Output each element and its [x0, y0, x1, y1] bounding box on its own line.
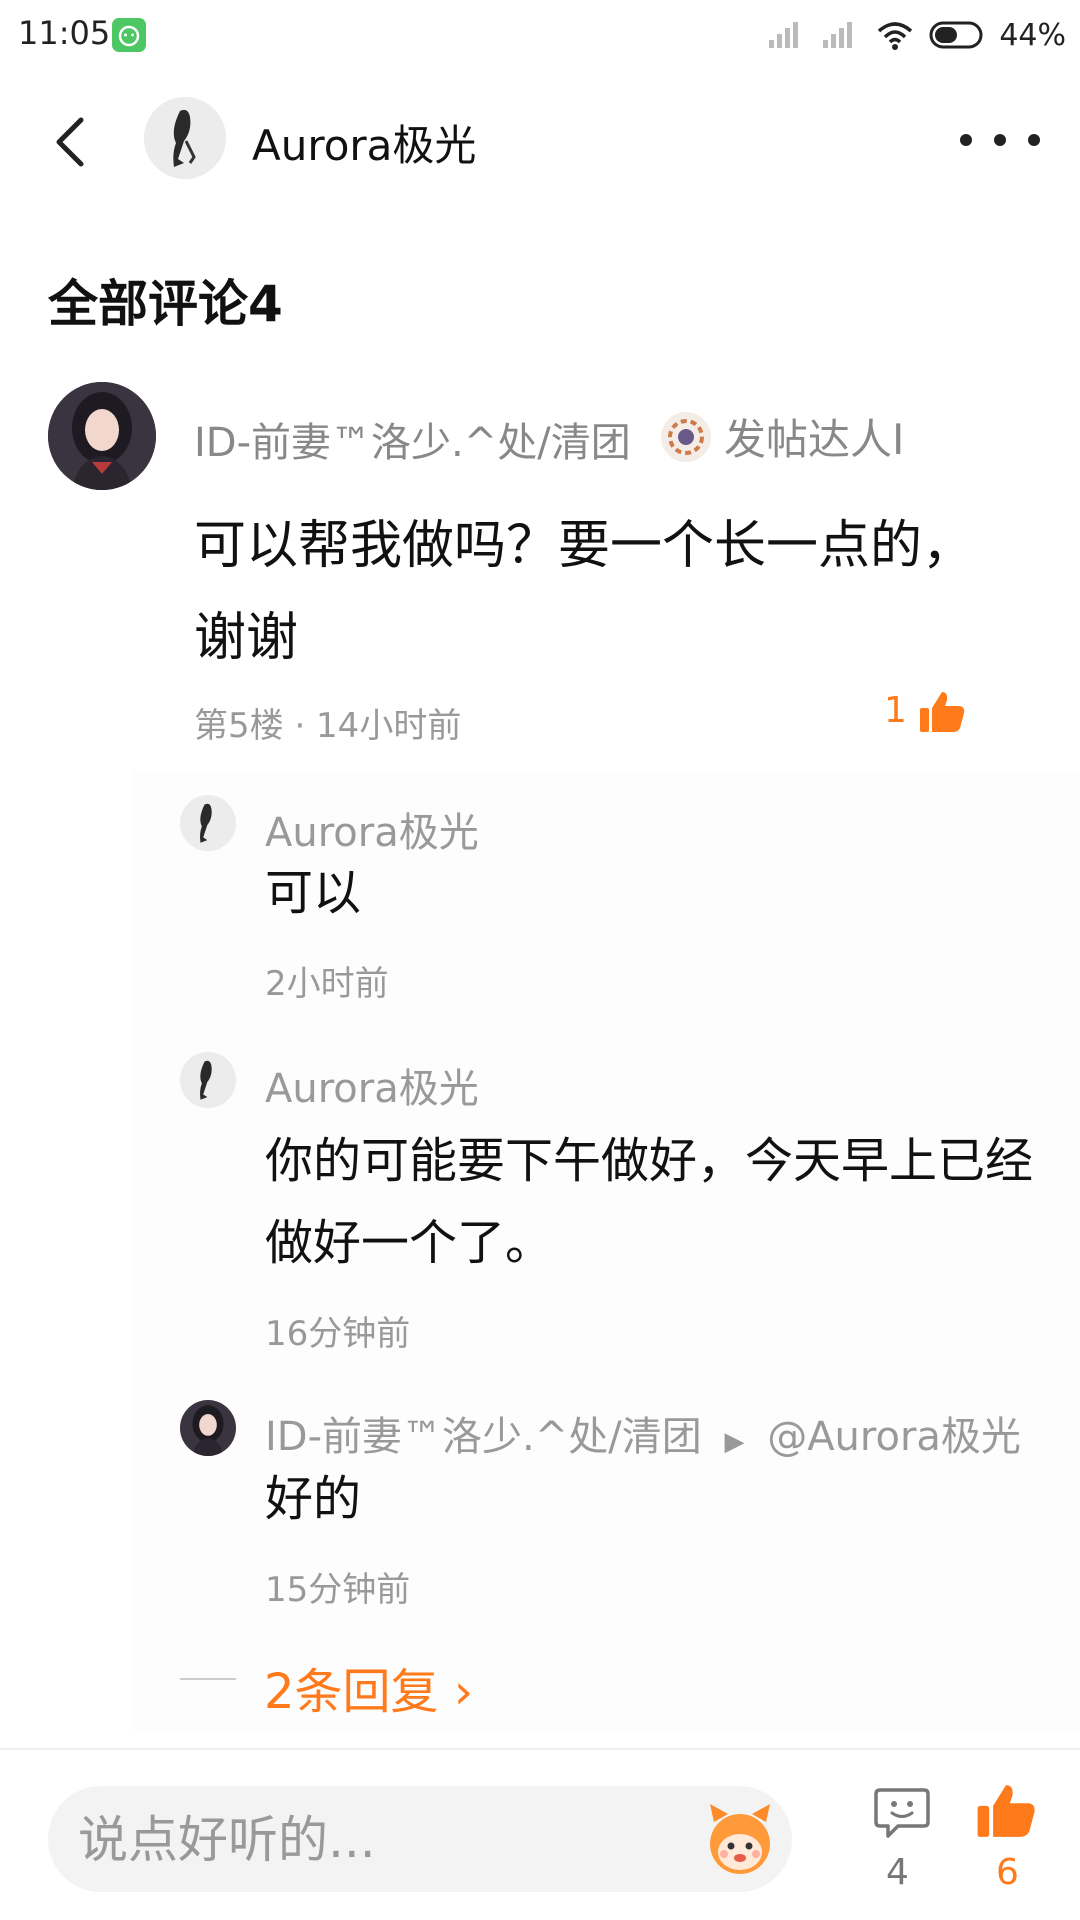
- badge-icon: [660, 411, 712, 463]
- comment-icon[interactable]: [872, 1782, 932, 1842]
- reply-username[interactable]: Aurora极光: [265, 1056, 479, 1114]
- page-title: Aurora极光: [252, 121, 477, 170]
- bottom-divider: [0, 1748, 1080, 1750]
- reply-author[interactable]: ID-前妻™洛少.^处/清团: [265, 1414, 702, 1460]
- comment-input-container[interactable]: [48, 1786, 792, 1894]
- more-replies-label: 2条回复: [264, 1664, 439, 1720]
- divider-line: [180, 1678, 236, 1680]
- post-like-count: 6: [996, 1852, 1019, 1893]
- status-indicators: 44%: [767, 12, 1066, 58]
- more-dot-icon: [994, 134, 1006, 146]
- commenter-username[interactable]: ID-前妻™洛少.^处/清团: [194, 410, 631, 468]
- comment-input[interactable]: [76, 1786, 680, 1894]
- thumbs-up-icon[interactable]: [918, 688, 966, 736]
- comment-content: 可以帮我做吗？要一个长一点的，谢谢: [194, 516, 975, 668]
- reply-time: 2小时前: [265, 964, 389, 1004]
- reply-arrow-icon: ▶: [724, 1427, 745, 1457]
- battery-percent: 44%: [999, 17, 1066, 53]
- comment-count: 4: [886, 1852, 909, 1893]
- reply-avatar[interactable]: [180, 795, 236, 851]
- more-dot-icon: [960, 134, 972, 146]
- reply-text: 好的: [265, 1471, 362, 1527]
- reply-username: ID-前妻™洛少.^处/清团 ▶ @Aurora极光: [265, 1404, 1021, 1462]
- user-badge: 发帖达人I: [660, 406, 904, 467]
- more-dot-icon: [1028, 134, 1040, 146]
- wifi-icon: [878, 22, 913, 50]
- commenter-avatar[interactable]: [48, 382, 156, 490]
- reply-avatar[interactable]: [180, 1400, 236, 1456]
- reply-text: 可以: [265, 865, 362, 921]
- emoji-mascot-icon[interactable]: [700, 1800, 780, 1880]
- battery-icon: [929, 21, 983, 49]
- app-notification-icon: [112, 18, 146, 52]
- badge-label: 发帖达人I: [724, 415, 905, 464]
- reply-username[interactable]: Aurora极光: [265, 800, 479, 858]
- status-time: 11:05: [18, 14, 111, 52]
- chevron-right-icon: ›: [453, 1664, 474, 1720]
- reply-text: 你的可能要下午做好，今天早上已经做好一个了。: [265, 1133, 1034, 1271]
- view-more-replies-link[interactable]: 2条回复 ›: [264, 1652, 473, 1722]
- author-avatar[interactable]: [144, 97, 226, 179]
- like-post-icon[interactable]: [974, 1780, 1038, 1842]
- signal-icon-2: [823, 22, 853, 48]
- comment-like-count: 1: [884, 690, 907, 731]
- reply-mention[interactable]: @Aurora极光: [767, 1414, 1021, 1460]
- signal-icon: [769, 22, 799, 48]
- reply-avatar[interactable]: [180, 1052, 236, 1108]
- comments-section-title: 全部评论4: [48, 275, 283, 333]
- reply-time: 16分钟前: [265, 1314, 411, 1354]
- reply-time: 15分钟前: [265, 1570, 411, 1610]
- comment-meta: 第5楼 · 14小时前: [194, 706, 462, 746]
- more-options-button[interactable]: [960, 120, 1040, 160]
- back-arrow-icon: [56, 117, 84, 167]
- back-button[interactable]: [40, 112, 100, 172]
